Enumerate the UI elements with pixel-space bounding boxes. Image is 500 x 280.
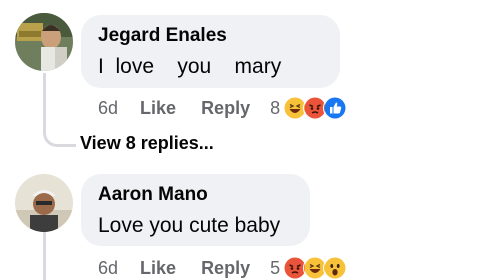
reply-button[interactable]: Reply	[201, 258, 250, 279]
like-button[interactable]: Like	[140, 98, 176, 119]
wow-icon	[323, 256, 348, 280]
avatar[interactable]	[15, 174, 73, 232]
comment-text: Love you cute baby	[98, 214, 281, 237]
thread-line	[43, 232, 46, 280]
reply-button[interactable]: Reply	[201, 98, 250, 119]
comment-bubble: Aaron Mano Love you cute baby	[81, 174, 310, 246]
like-button[interactable]: Like	[140, 258, 176, 279]
reaction-count[interactable]: 5	[270, 258, 280, 279]
comment-age[interactable]: 6d	[98, 98, 118, 119]
comment-actions: 6d Like Reply 8	[98, 96, 348, 120]
reaction-summary[interactable]	[283, 96, 348, 120]
reaction-summary[interactable]	[283, 256, 348, 280]
comment-age[interactable]: 6d	[98, 258, 118, 279]
comment-bubble: Jegard Enales I love you mary	[81, 15, 340, 88]
thread-line	[43, 73, 46, 113]
comment-actions: 6d Like Reply 5	[98, 256, 348, 280]
thread-elbow	[43, 110, 76, 147]
comment-author[interactable]: Aaron Mano	[98, 184, 294, 206]
reaction-count[interactable]: 8	[270, 98, 280, 119]
view-replies-link[interactable]: View 8 replies...	[80, 133, 214, 154]
comment-text: I love you mary	[98, 55, 282, 78]
comment-author[interactable]: Jegard Enales	[98, 25, 324, 47]
like-icon	[323, 96, 348, 120]
comments-panel: Jegard Enales I love you mary 6d Like Re…	[0, 0, 500, 280]
avatar[interactable]	[15, 13, 73, 71]
